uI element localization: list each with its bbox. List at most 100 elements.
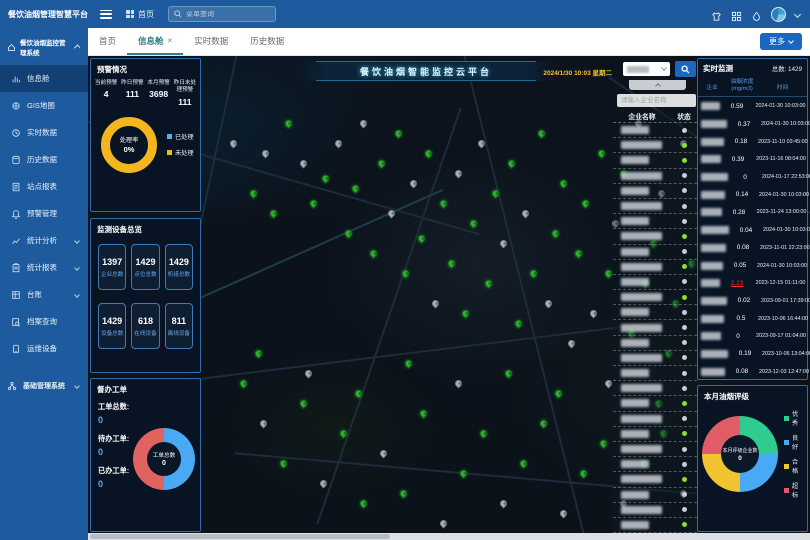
map-pin[interactable] <box>554 389 564 399</box>
sidebar-item[interactable]: 档案查询 <box>0 308 88 335</box>
map-pin[interactable] <box>351 184 361 194</box>
map-pin[interactable] <box>469 219 479 229</box>
map-pin[interactable] <box>261 149 271 159</box>
map-pin[interactable] <box>399 489 409 499</box>
sidebar-system-header[interactable]: 餐饮油烟监控管理系统 <box>0 28 88 65</box>
tab-历史数据[interactable]: 历史数据 <box>239 28 295 55</box>
sidebar-item[interactable]: 预警管理 <box>0 200 88 227</box>
table-row[interactable]: 0.372024-01-30 10:03:00 <box>698 115 807 133</box>
list-item[interactable] <box>613 199 697 214</box>
map-pin[interactable] <box>589 309 599 319</box>
map-pin[interactable] <box>537 129 547 139</box>
map-pin[interactable] <box>477 139 487 149</box>
sidebar-item[interactable]: 统计分析 <box>0 227 88 254</box>
list-item[interactable] <box>613 184 697 199</box>
map-pin[interactable] <box>597 149 607 159</box>
map-pin[interactable] <box>249 189 259 199</box>
table-row[interactable]: 0.282023-11-24 13:00:00 <box>698 204 807 222</box>
sidebar-item[interactable]: GIS地图 <box>0 92 88 119</box>
list-item[interactable] <box>613 123 697 138</box>
list-item[interactable] <box>613 472 697 487</box>
table-row[interactable]: 0.042024-01-30 10:03:00 <box>698 221 807 239</box>
scrollbar-thumb[interactable] <box>90 534 390 539</box>
map-pin[interactable] <box>439 519 449 529</box>
enterprise-name-input[interactable] <box>617 94 696 107</box>
user-avatar[interactable] <box>771 7 786 22</box>
list-item[interactable] <box>613 245 697 260</box>
map-pin[interactable] <box>484 279 494 289</box>
close-icon[interactable]: × <box>168 36 173 45</box>
sidebar-item[interactable]: 统计报表 <box>0 254 88 281</box>
list-item[interactable] <box>613 138 697 153</box>
map-pin[interactable] <box>529 269 539 279</box>
map-pin[interactable] <box>269 209 279 219</box>
map-pin[interactable] <box>229 139 239 149</box>
map-pin[interactable] <box>339 429 349 439</box>
map-pin[interactable] <box>304 369 314 379</box>
list-item[interactable] <box>613 457 697 472</box>
map-pin[interactable] <box>581 199 591 209</box>
menu-search-box[interactable] <box>168 6 276 22</box>
map-pin[interactable] <box>499 499 509 509</box>
map-pin[interactable] <box>559 179 569 189</box>
list-item[interactable] <box>613 320 697 335</box>
map-pin[interactable] <box>431 299 441 309</box>
table-row[interactable]: 0.592024-01-30 10:03:00 <box>698 97 807 115</box>
sidebar-item[interactable]: 台账 <box>0 281 88 308</box>
map-pin[interactable] <box>419 409 429 419</box>
map-pin[interactable] <box>507 159 517 169</box>
map-pin[interactable] <box>479 429 489 439</box>
map-pin[interactable] <box>334 139 344 149</box>
map-pin[interactable] <box>377 159 387 169</box>
theme-icon[interactable] <box>711 9 722 20</box>
table-row[interactable]: 0.52023-10-06 16:44:00 <box>698 310 807 328</box>
map-pin[interactable] <box>359 119 369 129</box>
region-select[interactable] <box>623 62 670 76</box>
map-pin[interactable] <box>259 419 269 429</box>
table-row[interactable]: 0.142024-01-30 10:03:00 <box>698 186 807 204</box>
map-pin[interactable] <box>521 209 531 219</box>
map-pin[interactable] <box>574 249 584 259</box>
list-item[interactable] <box>613 351 697 366</box>
table-row[interactable]: 02024-01-17 22:53:00 <box>698 168 807 186</box>
map-pin[interactable] <box>354 389 364 399</box>
horizontal-scrollbar[interactable] <box>88 533 810 540</box>
list-item[interactable] <box>613 518 697 533</box>
enterprise-search-button[interactable] <box>675 61 696 77</box>
table-row[interactable]: 0.392023-11-16 08:04:00 <box>698 151 807 169</box>
map-pin[interactable] <box>284 119 294 129</box>
table-row[interactable]: 02023-09-17 01:04:00 <box>698 327 807 345</box>
sidebar-item[interactable]: 站点报表 <box>0 173 88 200</box>
hamburger-menu-icon[interactable] <box>100 10 112 19</box>
map-pin[interactable] <box>387 209 397 219</box>
list-item[interactable] <box>613 381 697 396</box>
map-pin[interactable] <box>344 229 354 239</box>
map-pin[interactable] <box>567 339 577 349</box>
map-pin[interactable] <box>379 449 389 459</box>
sidebar-item[interactable]: 实时数据 <box>0 119 88 146</box>
map-pin[interactable] <box>461 309 471 319</box>
map-pin[interactable] <box>514 319 524 329</box>
list-item[interactable] <box>613 442 697 457</box>
sidebar-item[interactable]: 基础管理系统 <box>0 372 88 399</box>
table-row[interactable]: 0.022023-09-01 17:39:00 <box>698 292 807 310</box>
map-pin[interactable] <box>319 479 329 489</box>
map-pin[interactable] <box>424 149 434 159</box>
list-item[interactable] <box>613 169 697 184</box>
map-pin[interactable] <box>359 499 369 509</box>
map-pin[interactable] <box>299 399 309 409</box>
list-item[interactable] <box>613 260 697 275</box>
map-pin[interactable] <box>299 159 309 169</box>
sidebar-item[interactable]: 信息舱 <box>0 65 88 92</box>
list-item[interactable] <box>613 503 697 518</box>
flame-icon[interactable] <box>751 9 762 20</box>
tab-信息舱[interactable]: 信息舱× <box>127 28 183 55</box>
map-pin[interactable] <box>279 459 289 469</box>
collapse-toggle[interactable] <box>629 80 686 90</box>
map-pin[interactable] <box>544 299 554 309</box>
map-pin[interactable] <box>404 359 414 369</box>
list-item[interactable] <box>613 412 697 427</box>
list-item[interactable] <box>613 214 697 229</box>
list-item[interactable] <box>613 488 697 503</box>
list-item[interactable] <box>613 290 697 305</box>
